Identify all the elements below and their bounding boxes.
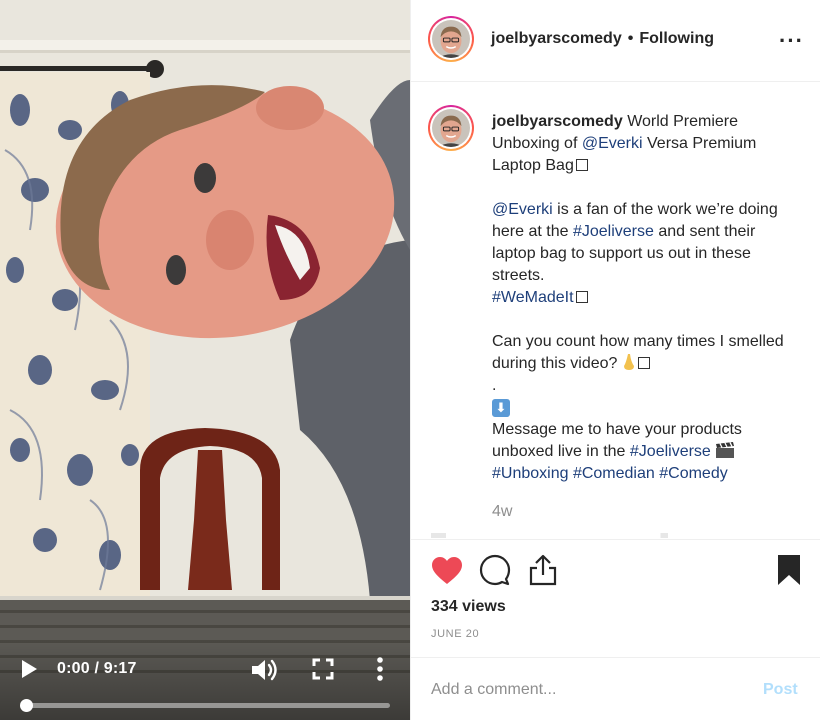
caption-down-arrow-line: ⬇: [492, 397, 802, 419]
view-count[interactable]: 334 views: [431, 598, 506, 616]
progress-handle[interactable]: [20, 699, 33, 712]
mention-everki[interactable]: @Everki: [492, 201, 553, 218]
comment-bar: Post: [411, 657, 820, 720]
clapper-board-emoji-icon: [716, 442, 735, 458]
mention-everki[interactable]: @Everki: [582, 135, 643, 152]
hashtag-unboxing[interactable]: #Unboxing: [492, 465, 569, 482]
caption-avatar[interactable]: [428, 105, 474, 151]
caption-paragraph-2: @Everki is a fan of the work we’re doing…: [492, 199, 802, 309]
caption-section: joelbyarscomedy World Premiere Unboxing …: [411, 83, 820, 538]
truncated-comment-preview: [431, 533, 801, 538]
video-player[interactable]: 0:00 / 9:17: [0, 0, 410, 720]
emoji-placeholder-icon: [637, 357, 650, 369]
fullscreen-icon[interactable]: [312, 658, 334, 680]
post-actions: 334 views JUNE 20: [411, 539, 820, 657]
header-separator: •: [627, 30, 634, 47]
caption-paragraph-3: Can you count how many times I smelled d…: [492, 331, 802, 375]
caption-dot: .: [492, 377, 497, 394]
comment-icon[interactable]: [479, 554, 511, 586]
hashtag-joeliverse[interactable]: #Joeliverse: [573, 223, 654, 240]
video-time: 0:00 / 9:17: [57, 660, 137, 677]
video-frame: [0, 0, 410, 720]
share-icon[interactable]: [528, 554, 558, 586]
video-controls: 0:00 / 9:17: [0, 640, 410, 720]
hashtag-joeliverse[interactable]: #Joeliverse: [630, 443, 711, 460]
more-options-button[interactable]: ···: [779, 28, 804, 54]
volume-icon[interactable]: [250, 657, 278, 683]
hashtag-wemadeit[interactable]: #WeMadeIt: [492, 289, 574, 306]
caption-paragraph-1: joelbyarscomedy World Premiere Unboxing …: [492, 111, 802, 177]
avatar[interactable]: [428, 16, 474, 62]
emoji-placeholder-icon: [575, 159, 588, 171]
post-age[interactable]: 4w: [492, 503, 512, 521]
nose-emoji-icon: [623, 354, 634, 370]
bookmark-icon[interactable]: [777, 554, 801, 586]
more-vertical-icon[interactable]: [372, 656, 388, 682]
post-date[interactable]: JUNE 20: [431, 628, 479, 640]
avatar-image: [432, 20, 470, 58]
avatar-image: [432, 109, 470, 147]
heart-icon[interactable]: [431, 556, 463, 586]
hashtag-comedian[interactable]: #Comedian: [573, 465, 655, 482]
post-header: joelbyarscomedy • Following ···: [411, 0, 820, 82]
emoji-placeholder-icon: [575, 291, 588, 303]
progress-bar[interactable]: [20, 699, 390, 712]
header-username-line: joelbyarscomedy • Following: [491, 30, 714, 48]
play-icon[interactable]: [18, 658, 40, 680]
hashtag-comedy[interactable]: #Comedy: [659, 465, 727, 482]
post-panel: joelbyarscomedy • Following ··· joelbyarsc…: [410, 0, 820, 720]
caption-username[interactable]: joelbyarscomedy: [492, 113, 623, 130]
comment-input[interactable]: [431, 678, 751, 702]
header-username[interactable]: joelbyarscomedy: [491, 30, 622, 47]
down-arrow-emoji-icon: ⬇: [492, 399, 510, 417]
following-button[interactable]: Following: [639, 30, 714, 47]
caption-paragraph-4: Message me to have your products unboxed…: [492, 419, 802, 485]
post-button[interactable]: Post: [763, 681, 798, 699]
caption-text: joelbyarscomedy World Premiere Unboxing …: [492, 111, 802, 485]
